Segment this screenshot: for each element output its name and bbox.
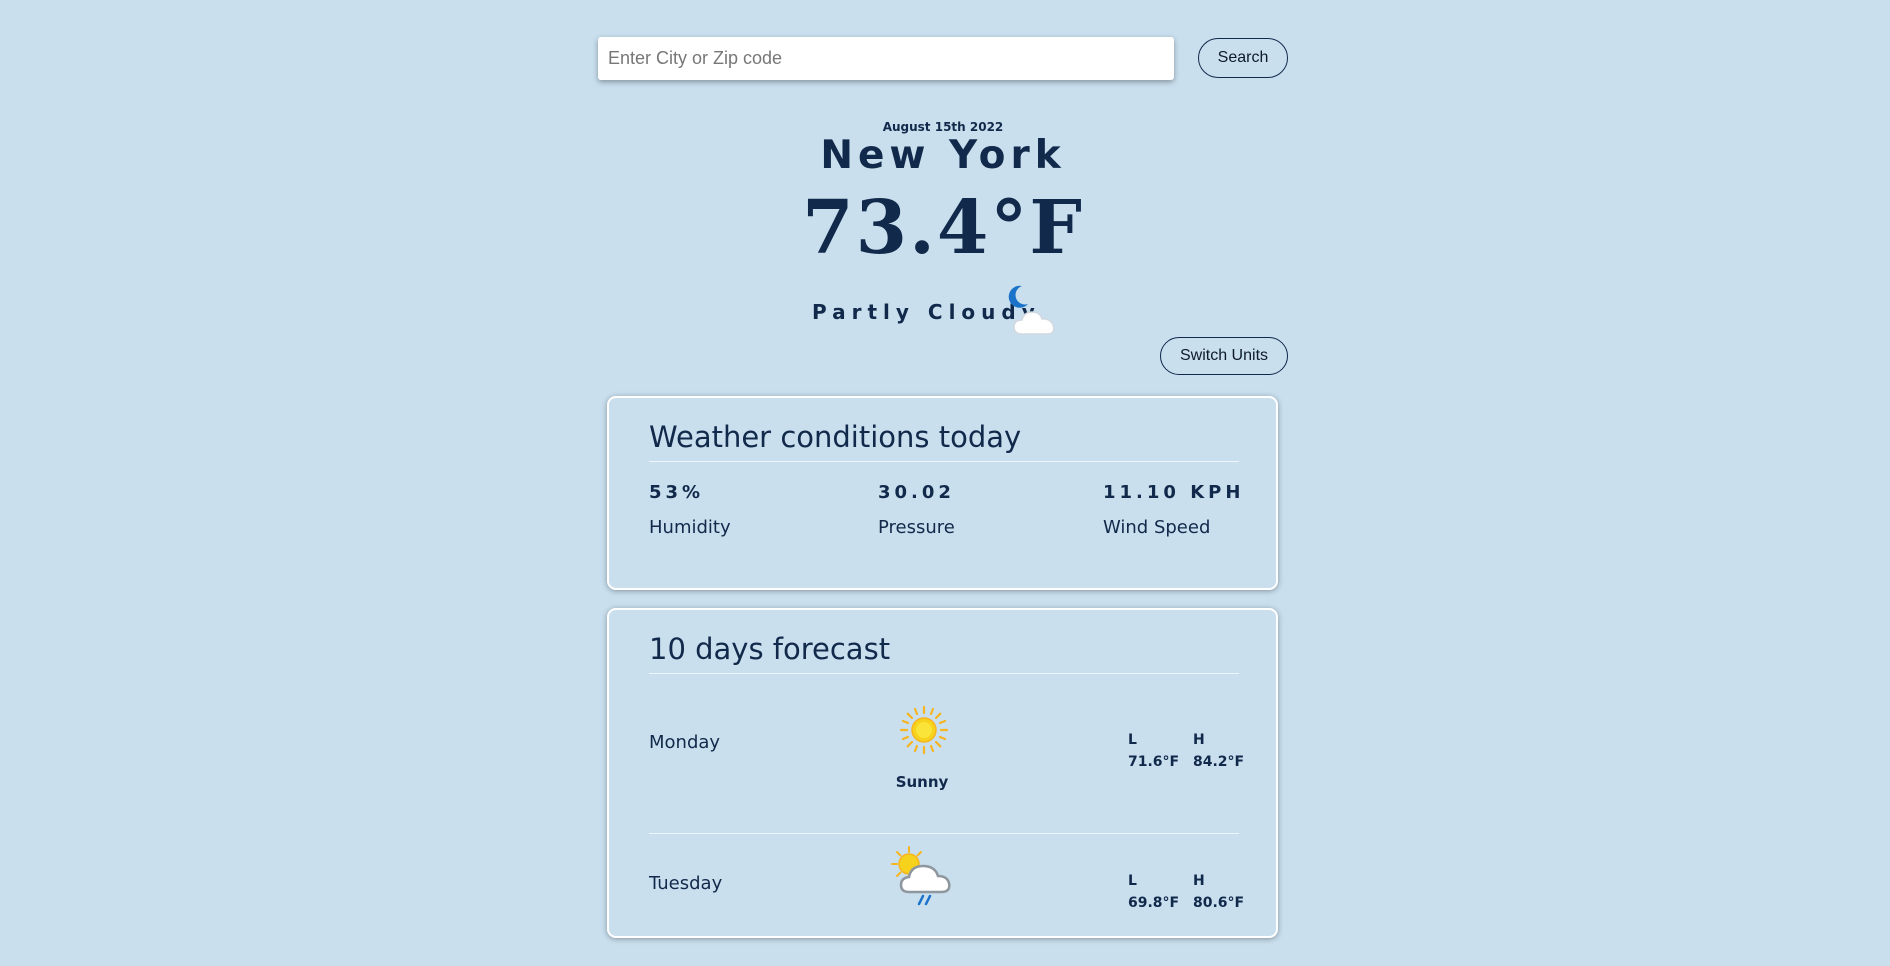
humidity-stat: 53% Humidity: [649, 482, 731, 538]
forecast-row-tuesday: Tuesday L H 69.8°F 80.6°F: [649, 846, 1244, 966]
humidity-value: 53%: [649, 482, 705, 503]
wind-speed-label: Wind Speed: [1103, 517, 1211, 538]
pressure-value: 30.02: [878, 482, 955, 503]
divider: [649, 461, 1239, 462]
pressure-label: Pressure: [878, 517, 955, 538]
moon-cloud-icon: [1002, 282, 1072, 342]
high-label: H: [1193, 873, 1205, 889]
high-temp: 84.2°F: [1193, 754, 1245, 770]
low-temp: 69.8°F: [1128, 895, 1180, 911]
forecast-card-title: 10 days forecast: [649, 632, 891, 666]
switch-units-button[interactable]: Switch Units: [1160, 337, 1288, 375]
current-temperature: 73.4°F: [802, 185, 1084, 271]
wind-speed-value: 11.10 KPH: [1103, 482, 1245, 503]
wind-speed-stat: 11.10 KPH Wind Speed: [1103, 482, 1244, 538]
humidity-label: Humidity: [649, 517, 731, 538]
search-input[interactable]: [598, 37, 1174, 80]
sun-icon: [899, 705, 949, 759]
search-button[interactable]: Search: [1198, 38, 1288, 78]
current-date: August 15th 2022: [882, 120, 1004, 134]
forecast-card: 10 days forecast Monday Sunny L H 71.6°F…: [607, 608, 1278, 938]
current-condition: Partly Cloudy: [812, 282, 1072, 342]
forecast-row-monday: Monday Sunny L H 71.6°F 84.2°F: [649, 705, 1244, 825]
pressure-stat: 30.02 Pressure: [878, 482, 955, 538]
low-temp: 71.6°F: [1128, 754, 1180, 770]
today-card-title: Weather conditions today: [649, 420, 1022, 454]
high-label: H: [1193, 732, 1205, 748]
high-temp: 80.6°F: [1193, 895, 1245, 911]
divider: [649, 833, 1239, 834]
low-label: L: [1128, 873, 1137, 889]
sun-cloud-rain-icon: [889, 846, 959, 912]
today-conditions-card: Weather conditions today 53% Humidity 30…: [607, 396, 1278, 590]
divider: [649, 673, 1239, 674]
low-label: L: [1128, 732, 1137, 748]
city-name: New York: [820, 133, 1066, 178]
forecast-day: Tuesday: [649, 873, 723, 894]
forecast-condition: Sunny: [895, 773, 949, 791]
forecast-day: Monday: [649, 732, 721, 753]
search-bar: Search: [598, 37, 1290, 80]
